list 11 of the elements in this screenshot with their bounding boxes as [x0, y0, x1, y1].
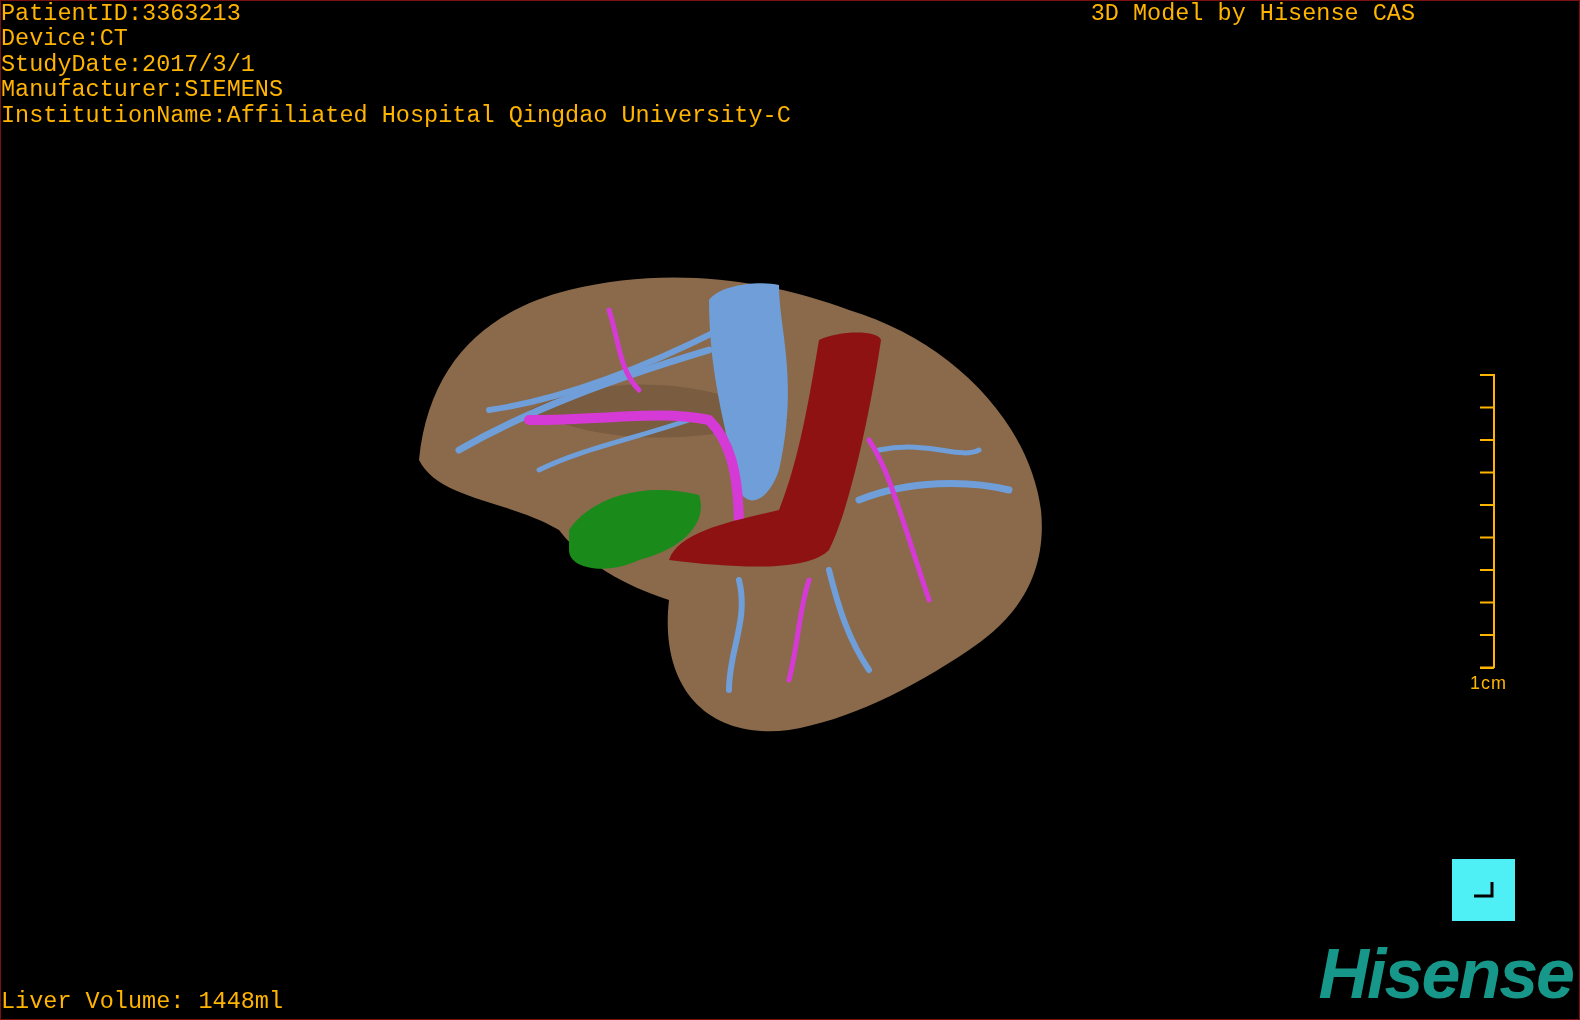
info-line: InstitutionName:Affiliated Hospital Qingdao University-C [1, 102, 791, 129]
logo: Hisense [1318, 939, 1573, 1009]
info-line: Device:CT [1, 26, 129, 52]
info-line: PatientID:3363213 [1, 1, 242, 27]
corner-icon [1473, 882, 1494, 898]
corner-button[interactable] [1452, 859, 1515, 921]
info-line: StudyDate:2017/3/1 [1, 51, 256, 78]
liver-volume: Liver Volume: 1448ml [1, 989, 284, 1015]
info-line: Manufacturer:SIEMENS [1, 77, 285, 103]
model-title: 3D Model by Hisense CAS [1090, 1, 1415, 27]
scale-label: 1cm [1470, 673, 1507, 695]
